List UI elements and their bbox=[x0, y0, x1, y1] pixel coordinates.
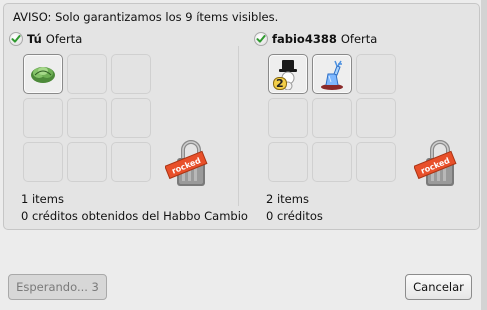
padlock-icon: rocked bbox=[164, 140, 208, 186]
their-offer-grid: 2 bbox=[268, 54, 396, 182]
my-offer-slot-8[interactable] bbox=[67, 142, 107, 182]
their-offer-label: Oferta bbox=[340, 32, 378, 46]
my-offer-slot-2[interactable] bbox=[67, 54, 107, 94]
my-offer-lock: rocked bbox=[164, 137, 213, 192]
check-icon bbox=[254, 32, 268, 46]
my-offer-slot-3[interactable] bbox=[111, 54, 151, 94]
their-offer-user: fabio4388 bbox=[272, 32, 337, 46]
my-offer-slot-9[interactable] bbox=[111, 142, 151, 182]
my-offer-summary: 1 items 0 créditos obtenidos del Habbo C… bbox=[21, 191, 248, 225]
my-offer-header: Tú Oferta bbox=[9, 32, 82, 46]
my-offer-slot-1[interactable] bbox=[23, 54, 63, 94]
their-offer-summary: 2 items 0 créditos bbox=[266, 191, 323, 225]
my-offer-label: Oferta bbox=[45, 32, 83, 46]
their-offer-item-count: 2 items bbox=[266, 192, 309, 206]
their-offer-slot-7[interactable] bbox=[268, 142, 308, 182]
my-offer-grid bbox=[23, 54, 151, 182]
their-offer-header: fabio4388 Oferta bbox=[254, 32, 377, 46]
cabbage-icon bbox=[31, 67, 55, 83]
their-offer-slot-1[interactable]: 2 bbox=[268, 54, 308, 94]
their-offer-credits: 0 créditos bbox=[266, 209, 323, 223]
their-offer-lock: rocked bbox=[413, 137, 462, 192]
my-offer-user: Tú bbox=[27, 32, 42, 46]
padlock-icon: rocked bbox=[413, 140, 457, 186]
check-icon bbox=[9, 32, 23, 46]
my-offer-slot-4[interactable] bbox=[23, 98, 63, 138]
my-offer-slot-5[interactable] bbox=[67, 98, 107, 138]
waiting-button[interactable]: Esperando... 3 bbox=[8, 274, 107, 300]
their-offer-slot-4[interactable] bbox=[268, 98, 308, 138]
scrollbar[interactable] bbox=[481, 0, 487, 310]
my-offer-item-count: 1 items bbox=[21, 192, 64, 206]
cancel-button[interactable]: Cancelar bbox=[405, 274, 472, 300]
their-offer-slot-3[interactable] bbox=[356, 54, 396, 94]
their-offer-slot-2[interactable] bbox=[312, 54, 352, 94]
item-quantity-badge: 2 bbox=[273, 77, 287, 90]
crystal-deer-icon bbox=[321, 60, 343, 90]
their-offer-slot-9[interactable] bbox=[356, 142, 396, 182]
my-offer-slot-7[interactable] bbox=[23, 142, 63, 182]
their-offer-slot-6[interactable] bbox=[356, 98, 396, 138]
warning-text: AVISO: Solo garantizamos los 9 ítems vis… bbox=[13, 10, 279, 24]
their-offer-slot-8[interactable] bbox=[312, 142, 352, 182]
my-offer-slot-6[interactable] bbox=[111, 98, 151, 138]
my-offer-credits: 0 créditos obtenidos del Habbo Cambio bbox=[21, 209, 248, 223]
their-offer-slot-5[interactable] bbox=[312, 98, 352, 138]
trade-panel: AVISO: Solo garantizamos los 9 ítems vis… bbox=[3, 3, 480, 230]
offer-divider bbox=[238, 46, 239, 206]
